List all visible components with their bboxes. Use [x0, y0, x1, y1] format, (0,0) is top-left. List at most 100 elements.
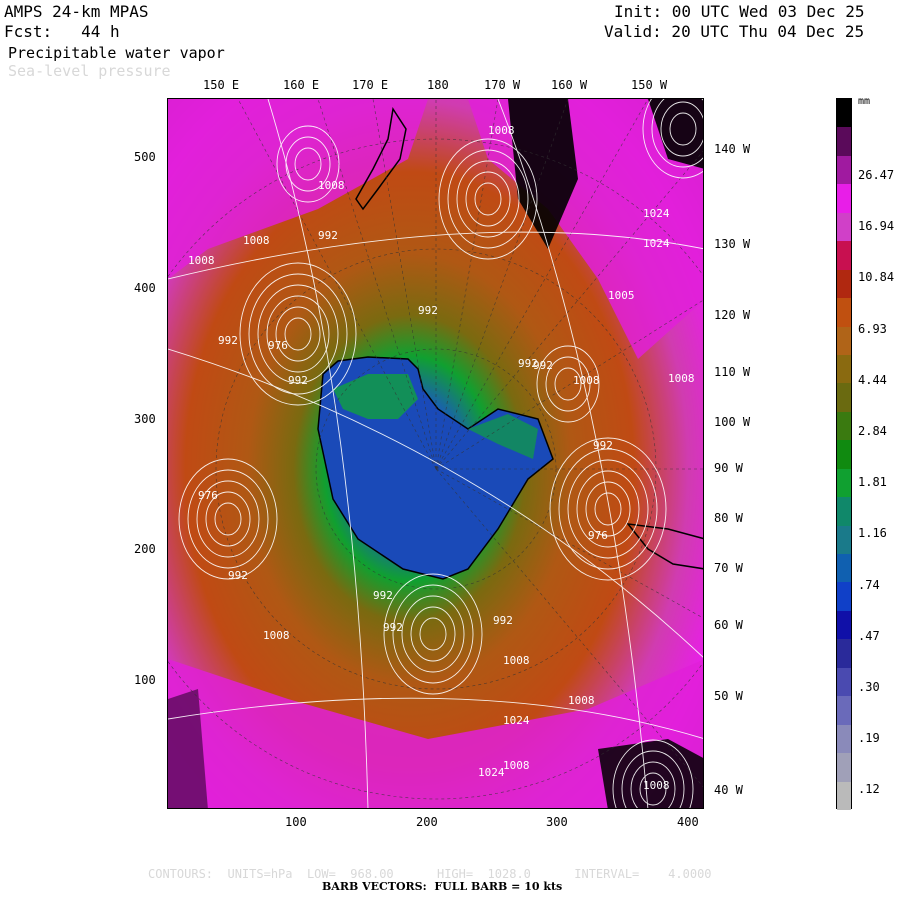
- colorbar-segment: [837, 354, 851, 384]
- precipitable-water-map: 1008 1008 992 1008 1008 992 976 992 1005 992 992 10…: [168, 99, 703, 808]
- isobar-label: 992: [383, 621, 403, 634]
- colorbar-label: .74: [858, 577, 880, 592]
- top-lon-label: 150 W: [631, 78, 668, 92]
- colorbar-segment: [837, 468, 851, 498]
- colorbar-label: .19: [858, 731, 880, 746]
- isobar-label: 1008: [568, 694, 595, 707]
- top-lon-label: 180: [427, 78, 449, 92]
- isobar-label: 992: [593, 439, 613, 452]
- isobar-label: 1005: [608, 289, 635, 302]
- colorbar-segment: [837, 753, 851, 783]
- colorbar-segment: [837, 610, 851, 640]
- colorbar-segment: [837, 724, 851, 754]
- isobar-label: 1024: [478, 766, 505, 779]
- isobar-label: 976: [198, 489, 218, 502]
- isobar-label: 976: [268, 339, 288, 352]
- isobar-label: 1008: [643, 779, 670, 792]
- isobar-label: 1024: [643, 207, 670, 220]
- model-title: AMPS 24-km MPAS: [4, 2, 149, 21]
- top-lon-label: 160 E: [283, 78, 320, 92]
- colorbar-label: 1.16: [858, 526, 887, 541]
- right-lon-label: 60 W: [714, 618, 743, 632]
- isobar-label: 992: [318, 229, 338, 242]
- colorbar-segment: [837, 269, 851, 299]
- isobar-label: 1008: [503, 654, 530, 667]
- colorbar-segment: [837, 497, 851, 527]
- forecast-hour: Fcst: 44 h: [4, 22, 120, 41]
- isobar-label: 992: [518, 357, 538, 370]
- x-axis-label: 100: [285, 815, 307, 829]
- colorbar-label: .30: [858, 680, 880, 694]
- colorbar: [836, 98, 852, 811]
- colorbar-segment: [837, 440, 851, 470]
- colorbar-segment: [837, 667, 851, 697]
- colorbar-segment: [837, 212, 851, 242]
- isobar-label: 992: [218, 334, 238, 347]
- right-lon-label: 40 W: [714, 783, 743, 797]
- colorbar-label: 4.44: [858, 372, 887, 387]
- right-lon-label: 110 W: [714, 365, 751, 379]
- right-lon-label: 130 W: [714, 237, 751, 251]
- colorbar-segment: [837, 639, 851, 669]
- colorbar-label: 6.93: [858, 321, 887, 336]
- top-lon-label: 150 E: [203, 78, 240, 92]
- isobar-label: 992: [288, 374, 308, 387]
- colorbar-label: .47: [858, 628, 880, 643]
- isobar-label: 992: [373, 589, 393, 602]
- colorbar-segment: [837, 696, 851, 726]
- isobar-label: 1008: [488, 124, 515, 137]
- isobar-label: 1008: [188, 254, 215, 267]
- right-lon-label: 100 W: [714, 415, 751, 429]
- right-lon-label: 90 W: [714, 461, 743, 475]
- colorbar-label: .12: [858, 782, 880, 797]
- colorbar-label: 10.84: [858, 270, 895, 285]
- colorbar-segment: [837, 554, 851, 583]
- x-axis-label: 300: [546, 815, 568, 829]
- valid-time: Valid: 20 UTC Thu 04 Dec 25: [604, 22, 865, 41]
- top-lon-label: 170 E: [352, 78, 389, 92]
- barb-vectors-info: BARB VECTORS: FULL BARB = 10 kts: [322, 880, 563, 893]
- y-axis-label: 400: [134, 281, 156, 295]
- colorbar-label: 2.84: [858, 424, 887, 438]
- colorbar-segment: [837, 525, 851, 555]
- colorbar-segment: [837, 241, 851, 271]
- right-lon-label: 140 W: [714, 142, 751, 156]
- isobar-label: 992: [228, 569, 248, 582]
- colorbar-unit: mm: [858, 96, 871, 107]
- x-axis-label: 400: [677, 815, 699, 829]
- isobar-label: 1008: [243, 234, 270, 247]
- isobar-label: 1008: [573, 374, 600, 387]
- colorbar-segment: [837, 326, 851, 356]
- colorbar-label: 26.47: [858, 168, 895, 182]
- isobar-label: 1008: [263, 629, 290, 642]
- colorbar-segment: [837, 411, 851, 441]
- isobar-label: 1008: [668, 372, 695, 385]
- top-lon-label: 170 W: [484, 78, 521, 92]
- right-lon-label: 50 W: [714, 689, 743, 703]
- map-panel: 1008 1008 992 1008 1008 992 976 992 1005 992 992 10…: [167, 98, 704, 809]
- colorbar-segment: [837, 383, 851, 413]
- right-lon-label: 80 W: [714, 511, 743, 525]
- colorbar-segment: [837, 99, 851, 128]
- right-lon-label: 120 W: [714, 308, 751, 322]
- isobar-label: 1024: [643, 237, 670, 250]
- colorbar-label: 16.94: [858, 219, 895, 234]
- y-axis-label: 500: [134, 150, 156, 164]
- field-title-slp: Sea-level pressure: [8, 62, 171, 80]
- colorbar-segment: [837, 582, 851, 612]
- colorbar-segment: [837, 155, 851, 185]
- colorbar-segment: [837, 184, 851, 214]
- colorbar-segment: [837, 298, 851, 328]
- isobar-label: 992: [418, 304, 438, 317]
- y-axis-label: 300: [134, 412, 156, 426]
- field-title-pwv: Precipitable water vapor: [8, 44, 225, 62]
- y-axis-label: 200: [134, 542, 156, 556]
- right-lon-label: 70 W: [714, 561, 743, 575]
- top-lon-label: 160 W: [551, 78, 588, 92]
- y-axis-label: 100: [134, 673, 156, 687]
- colorbar-segment: [837, 127, 851, 157]
- colorbar-segment: [837, 781, 851, 811]
- isobar-label: 1008: [318, 179, 345, 192]
- init-time: Init: 00 UTC Wed 03 Dec 25: [614, 2, 865, 21]
- isobar-label: 976: [588, 529, 608, 542]
